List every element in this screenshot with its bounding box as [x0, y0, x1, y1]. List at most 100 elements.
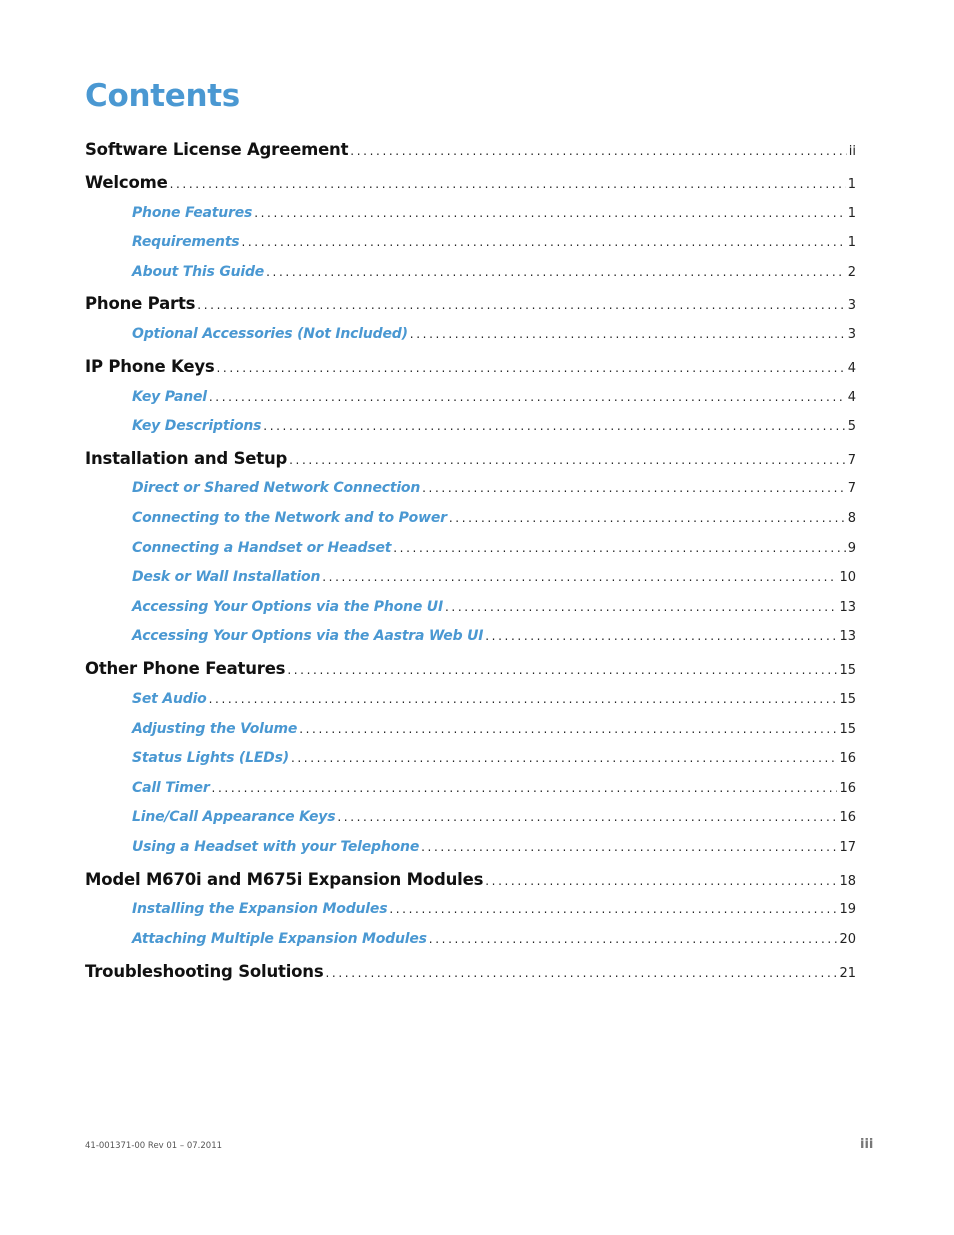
dot-leader: [449, 511, 846, 525]
toc-entry-section[interactable]: Installing the Expansion Modules 19: [132, 901, 856, 917]
dot-leader: [350, 144, 846, 158]
toc-entry-section[interactable]: Line/Call Appearance Keys 16: [132, 809, 856, 825]
toc-entry-page-number[interactable]: 8: [848, 511, 856, 526]
dot-leader: [254, 206, 846, 220]
toc-entry-page-number[interactable]: ii: [849, 144, 856, 159]
toc-entry-label[interactable]: Software License Agreement: [85, 140, 348, 159]
toc-entry-chapter[interactable]: Other Phone Features 15: [85, 659, 856, 678]
toc-entry-page-number[interactable]: 1: [848, 235, 856, 250]
toc-entry-section[interactable]: Phone Features 1: [132, 205, 856, 221]
toc-entry-section[interactable]: Using a Headset with your Telephone 17: [132, 839, 856, 855]
dot-leader: [325, 966, 837, 980]
dot-leader: [337, 810, 837, 824]
toc-entry-page-number[interactable]: 16: [839, 810, 856, 825]
toc-entry-label[interactable]: Troubleshooting Solutions: [85, 962, 324, 981]
toc-entry-label[interactable]: IP Phone Keys: [85, 357, 215, 376]
toc-entry-label[interactable]: Optional Accessories (Not Included): [132, 326, 408, 342]
toc-entry-label[interactable]: Requirements: [132, 234, 240, 250]
toc-entry-label[interactable]: Key Panel: [132, 389, 207, 405]
toc-entry-label[interactable]: Other Phone Features: [85, 659, 286, 678]
toc-entry-label[interactable]: Phone Features: [132, 205, 252, 221]
toc-entry-page-number[interactable]: 18: [839, 874, 856, 889]
toc-entry-label[interactable]: Status Lights (LEDs): [132, 750, 289, 766]
dot-leader: [410, 327, 846, 341]
toc-entry-page-number[interactable]: 15: [839, 722, 856, 737]
toc-entry-section[interactable]: Accessing Your Options via the Phone UI 1…: [132, 599, 856, 615]
toc-entry-section[interactable]: Key Descriptions 5: [132, 418, 856, 434]
toc-entry-section[interactable]: Call Timer 16: [132, 780, 856, 796]
toc-entry-label[interactable]: Welcome: [85, 173, 168, 192]
toc-entry-page-number[interactable]: 7: [848, 481, 856, 496]
toc-entry-section[interactable]: Direct or Shared Network Connection 7: [132, 480, 856, 496]
toc-entry-section[interactable]: Optional Accessories (Not Included) 3: [132, 326, 856, 342]
dot-leader: [422, 481, 846, 495]
toc-entry-page-number[interactable]: 3: [848, 298, 856, 313]
toc-entry-section[interactable]: Accessing Your Options via the Aastra We…: [132, 628, 856, 644]
toc-entry-section[interactable]: Connecting to the Network and to Power 8: [132, 510, 856, 526]
toc-entry-section[interactable]: Desk or Wall Installation 10: [132, 569, 856, 585]
dot-leader: [291, 751, 838, 765]
toc-entry-label[interactable]: Phone Parts: [85, 294, 195, 313]
footer-page-number: iii: [860, 1137, 874, 1152]
toc-entry-label[interactable]: Connecting to the Network and to Power: [132, 510, 447, 526]
toc-entry-page-number[interactable]: 21: [839, 966, 856, 981]
toc-entry-page-number[interactable]: 2: [848, 265, 856, 280]
toc-entry-chapter[interactable]: Model M670i and M675i Expansion Modules 1…: [85, 870, 856, 889]
toc-entry-label[interactable]: Adjusting the Volume: [132, 721, 297, 737]
toc-entry-section[interactable]: Key Panel 4: [132, 389, 856, 405]
toc-entry-page-number[interactable]: 4: [848, 361, 856, 376]
toc-entry-page-number[interactable]: 16: [839, 781, 856, 796]
toc-entry-page-number[interactable]: 17: [839, 840, 856, 855]
toc-entry-label[interactable]: Call Timer: [132, 780, 210, 796]
toc-entry-section[interactable]: Connecting a Handset or Headset 9: [132, 540, 856, 556]
toc-entry-label[interactable]: Desk or Wall Installation: [132, 569, 320, 585]
toc-entry-section[interactable]: About This Guide 2: [132, 264, 856, 280]
toc-entry-page-number[interactable]: 3: [848, 327, 856, 342]
toc-entry-chapter[interactable]: Troubleshooting Solutions 21: [85, 962, 856, 981]
toc-entry-label[interactable]: Key Descriptions: [132, 418, 261, 434]
toc-entry-page-number[interactable]: 9: [848, 541, 856, 556]
toc-entry-section[interactable]: Requirements 1: [132, 234, 856, 250]
toc-entry-page-number[interactable]: 1: [848, 177, 856, 192]
dot-leader: [485, 629, 837, 643]
dot-leader: [217, 361, 846, 375]
toc-entry-label[interactable]: Connecting a Handset or Headset: [132, 540, 391, 556]
toc-entry-page-number[interactable]: 16: [839, 751, 856, 766]
dot-leader: [170, 177, 846, 191]
dot-leader: [445, 600, 837, 614]
toc-entry-label[interactable]: Accessing Your Options via the Phone UI: [132, 599, 443, 615]
toc-entry-label[interactable]: Attaching Multiple Expansion Modules: [132, 931, 427, 947]
toc-entry-section[interactable]: Attaching Multiple Expansion Modules 20: [132, 931, 856, 947]
toc-entry-page-number[interactable]: 19: [839, 902, 856, 917]
toc-entry-label[interactable]: Line/Call Appearance Keys: [132, 809, 336, 825]
toc-entry-section[interactable]: Adjusting the Volume 15: [132, 721, 856, 737]
toc-entry-page-number[interactable]: 13: [839, 600, 856, 615]
toc-entry-page-number[interactable]: 15: [839, 663, 856, 678]
toc-entry-page-number[interactable]: 5: [848, 419, 856, 434]
toc-entry-page-number[interactable]: 10: [839, 570, 856, 585]
toc-entry-chapter[interactable]: Welcome 1: [85, 173, 856, 192]
toc-entry-label[interactable]: Installation and Setup: [85, 449, 287, 468]
toc-entry-label[interactable]: Set Audio: [132, 691, 207, 707]
toc-entry-page-number[interactable]: 20: [839, 932, 856, 947]
toc-entry-label[interactable]: About This Guide: [132, 264, 264, 280]
toc-entry-label[interactable]: Using a Headset with your Telephone: [132, 839, 419, 855]
dot-leader: [421, 840, 837, 854]
toc-entry-chapter[interactable]: Software License Agreement ii: [85, 140, 856, 159]
toc-entry-chapter[interactable]: IP Phone Keys 4: [85, 357, 856, 376]
toc-entry-chapter[interactable]: Installation and Setup 7: [85, 449, 856, 468]
toc-entry-page-number[interactable]: 15: [839, 692, 856, 707]
toc-entry-label[interactable]: Model M670i and M675i Expansion Modules: [85, 870, 483, 889]
toc-entry-label[interactable]: Accessing Your Options via the Aastra We…: [132, 628, 483, 644]
toc-entry-page-number[interactable]: 1: [848, 206, 856, 221]
toc-entry-chapter[interactable]: Phone Parts 3: [85, 294, 856, 313]
dot-leader: [209, 390, 846, 404]
toc-entry-label[interactable]: Installing the Expansion Modules: [132, 901, 388, 917]
toc-entry-section[interactable]: Set Audio 15: [132, 691, 856, 707]
toc-entry-page-number[interactable]: 13: [839, 629, 856, 644]
toc-entry-label[interactable]: Direct or Shared Network Connection: [132, 480, 420, 496]
toc-entry-page-number[interactable]: 4: [848, 390, 856, 405]
toc-entry-section[interactable]: Status Lights (LEDs) 16: [132, 750, 856, 766]
toc-entry-page-number[interactable]: 7: [848, 453, 856, 468]
dot-leader: [212, 781, 838, 795]
